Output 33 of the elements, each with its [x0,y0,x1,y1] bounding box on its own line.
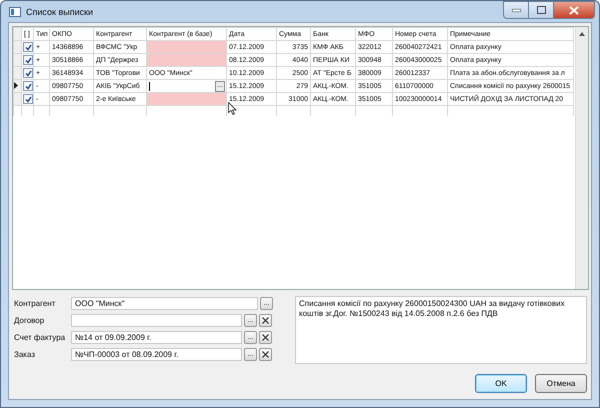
minimize-button[interactable] [503,1,529,19]
clear-button[interactable] [259,314,272,326]
close-icon [262,334,269,340]
mouse-pointer-icon [228,102,237,115]
scroll-up-icon[interactable] [579,32,585,36]
window-icon [9,6,21,16]
clear-button[interactable] [259,348,272,360]
maximize-button[interactable] [528,1,554,19]
window-title: Список выписки [26,6,94,16]
field-label: Контрагент [14,298,56,308]
clear-button[interactable] [259,330,272,344]
checkbox[interactable] [23,94,32,104]
ok-button[interactable]: OK [475,374,527,393]
maximize-icon [536,6,546,14]
field-label: Договор [14,316,46,324]
checkbox[interactable] [23,81,32,91]
close-icon [262,350,269,358]
checkbox[interactable] [23,68,32,78]
checkbox[interactable] [23,42,32,52]
close-button[interactable] [553,1,595,19]
field-label: Заказ [14,350,36,358]
input-field[interactable]: ООО "Минск" [71,296,258,310]
field-label: Счет фактура [14,332,66,342]
input-field[interactable]: №14 от 09.09.2009 г. [71,330,242,344]
close-icon [569,6,579,14]
scrollbar[interactable] [575,27,588,289]
memo-field[interactable]: Списання комісії по рахунку 26000150024300 UAH за видачу готівкових коштів зг.Дог. №1500243 від 14.05.2008 п.2.6 без ПДВ [295,296,587,364]
input-field[interactable] [71,314,242,326]
input-field[interactable]: №ЧП-00003 от 08.09.2009 г. [71,348,242,360]
cancel-button[interactable]: Отмена [535,374,587,393]
checkbox[interactable] [23,55,32,65]
minimize-icon [512,8,520,12]
close-icon [262,316,269,324]
